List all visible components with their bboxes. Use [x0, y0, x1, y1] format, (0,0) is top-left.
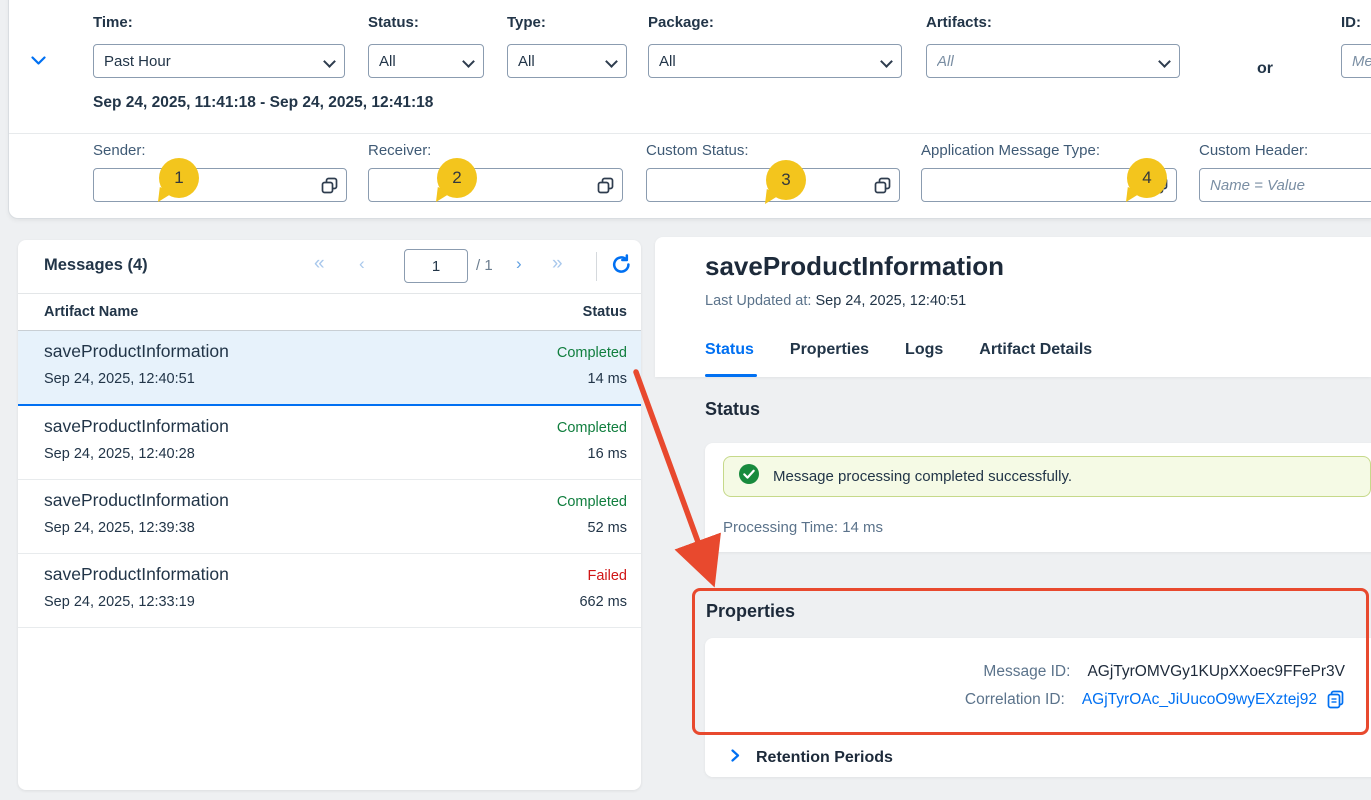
detail-title: saveProductInformation [705, 251, 1004, 282]
status-badge: Failed [588, 568, 628, 584]
success-check-icon [738, 463, 760, 490]
status-badge: Completed [557, 420, 627, 436]
step-badge-3: 3 [766, 160, 806, 200]
chevron-down-icon [323, 55, 336, 68]
receiver-input-wrap [368, 168, 623, 202]
custom-header-input[interactable] [1200, 169, 1371, 201]
message-row[interactable]: saveProductInformationCompleted Sep 24, … [18, 406, 641, 480]
messages-column-header: Artifact Name Status [18, 293, 641, 331]
active-tab-underline [705, 374, 757, 377]
properties-section-heading: Properties [706, 601, 795, 622]
column-status: Status [583, 304, 627, 320]
tab-properties[interactable]: Properties [790, 335, 869, 377]
package-filter: Package: All [648, 14, 902, 78]
page-total-label: / 1 [476, 257, 493, 274]
id-input-wrap [1341, 44, 1371, 78]
chevron-down-icon [462, 55, 475, 68]
receiver-filter-label: Receiver: [368, 142, 623, 159]
step-badge-2: 2 [437, 158, 477, 198]
time-range-text: Sep 24, 2025, 11:41:18 - Sep 24, 2025, 1… [93, 94, 433, 112]
last-page-button[interactable]: » [552, 253, 563, 275]
messages-panel-header: Messages (4) « ‹ / 1 › » [18, 240, 641, 293]
tab-artifact-details[interactable]: Artifact Details [979, 335, 1092, 377]
artifacts-filter-label: Artifacts: [926, 14, 1180, 31]
previous-page-button[interactable]: ‹ [359, 254, 365, 274]
chevron-down-icon [880, 55, 893, 68]
toolbar-separator [596, 252, 597, 281]
messages-title: Messages (4) [44, 256, 148, 275]
chevron-down-icon [605, 55, 618, 68]
properties-card: Message ID: AGjTyrOMVGy1KUpXXoec9FFePr3V… [705, 638, 1371, 777]
processing-time-text: Processing Time: 14 ms [723, 519, 883, 536]
filter-divider [9, 133, 1371, 134]
collapse-filters-chevron-icon[interactable] [31, 52, 46, 70]
artifacts-filter-select[interactable]: All [926, 44, 1180, 78]
refresh-icon[interactable] [610, 253, 633, 279]
status-badge: Completed [557, 494, 627, 510]
message-id-row: Message ID: AGjTyrOMVGy1KUpXXoec9FFePr3V [705, 663, 1345, 681]
properties-rows: Message ID: AGjTyrOMVGy1KUpXXoec9FFePr3V… [705, 638, 1371, 709]
id-filter-label: ID: [1341, 14, 1371, 31]
sender-input-wrap [93, 168, 347, 202]
message-row[interactable]: saveProductInformationFailed Sep 24, 202… [18, 554, 641, 628]
sender-filter: Sender: [93, 142, 347, 202]
package-filter-select[interactable]: All [648, 44, 902, 78]
status-badge: Completed [557, 345, 627, 361]
or-label: or [1257, 60, 1273, 78]
status-filter-label: Status: [368, 14, 484, 31]
step-badge-4: 4 [1127, 158, 1167, 198]
status-filter-select[interactable]: All [368, 44, 484, 78]
first-page-button[interactable]: « [314, 253, 325, 275]
time-filter-select[interactable]: Past Hour [93, 44, 345, 78]
next-page-button[interactable]: › [516, 254, 522, 274]
retention-periods-expander[interactable]: Retention Periods [705, 739, 1371, 777]
custom-header-filter-label: Custom Header: [1199, 142, 1371, 159]
status-filter: Status: All [368, 14, 484, 78]
filter-bar: Time: Past Hour Status: All Type: All Pa… [8, 0, 1371, 219]
artifacts-filter: Artifacts: All [926, 14, 1180, 78]
page-number-input[interactable] [404, 249, 468, 283]
correlation-id-row: Correlation ID: AGjTyrOAc_JiUucoO9wyEXzt… [705, 690, 1345, 709]
time-filter: Time: Past Hour [93, 14, 345, 78]
type-filter-label: Type: [507, 14, 627, 31]
detail-tabs: Status Properties Logs Artifact Details [705, 335, 1092, 377]
type-filter: Type: All [507, 14, 627, 78]
id-filter: ID: [1341, 14, 1371, 78]
time-filter-label: Time: [93, 14, 345, 31]
correlation-id-link[interactable]: AGjTyrOAc_JiUucoO9wyEXztej92 [1082, 691, 1317, 709]
message-id-input[interactable] [1342, 45, 1371, 77]
receiver-input[interactable] [369, 169, 622, 201]
step-badge-1: 1 [159, 158, 199, 198]
message-monitoring-screen: Time: Past Hour Status: All Type: All Pa… [0, 0, 1371, 800]
status-card: Message processing completed successfull… [705, 443, 1371, 552]
application-message-type-label: Application Message Type: [921, 142, 1177, 159]
custom-status-filter-label: Custom Status: [646, 142, 900, 159]
message-id-value: AGjTyrOMVGy1KUpXXoec9FFePr3V [1087, 663, 1345, 681]
last-updated: Last Updated at: Sep 24, 2025, 12:40:51 [705, 293, 966, 309]
message-row[interactable]: saveProductInformationCompleted Sep 24, … [18, 480, 641, 554]
success-message-text: Message processing completed successfull… [773, 468, 1072, 485]
status-section-heading: Status [705, 399, 760, 420]
value-help-icon[interactable] [872, 176, 892, 196]
copy-icon[interactable] [1326, 690, 1345, 709]
sender-filter-label: Sender: [93, 142, 347, 159]
custom-header-input-wrap [1199, 168, 1371, 202]
tab-status[interactable]: Status [705, 335, 754, 377]
message-detail-header: saveProductInformation Last Updated at: … [655, 237, 1371, 377]
value-help-icon[interactable] [319, 176, 339, 196]
package-filter-label: Package: [648, 14, 902, 31]
type-filter-select[interactable]: All [507, 44, 627, 78]
messages-panel: Messages (4) « ‹ / 1 › » Artifact Name S… [18, 240, 641, 790]
custom-header-filter: Custom Header: [1199, 142, 1371, 202]
chevron-right-icon [731, 749, 740, 767]
receiver-filter: Receiver: [368, 142, 623, 202]
message-row[interactable]: saveProductInformationCompleted Sep 24, … [18, 331, 641, 406]
success-message-strip: Message processing completed successfull… [723, 456, 1371, 497]
tab-logs[interactable]: Logs [905, 335, 943, 377]
value-help-icon[interactable] [595, 176, 615, 196]
column-artifact-name: Artifact Name [44, 304, 138, 320]
sender-input[interactable] [94, 169, 346, 201]
chevron-down-icon [1158, 55, 1171, 68]
